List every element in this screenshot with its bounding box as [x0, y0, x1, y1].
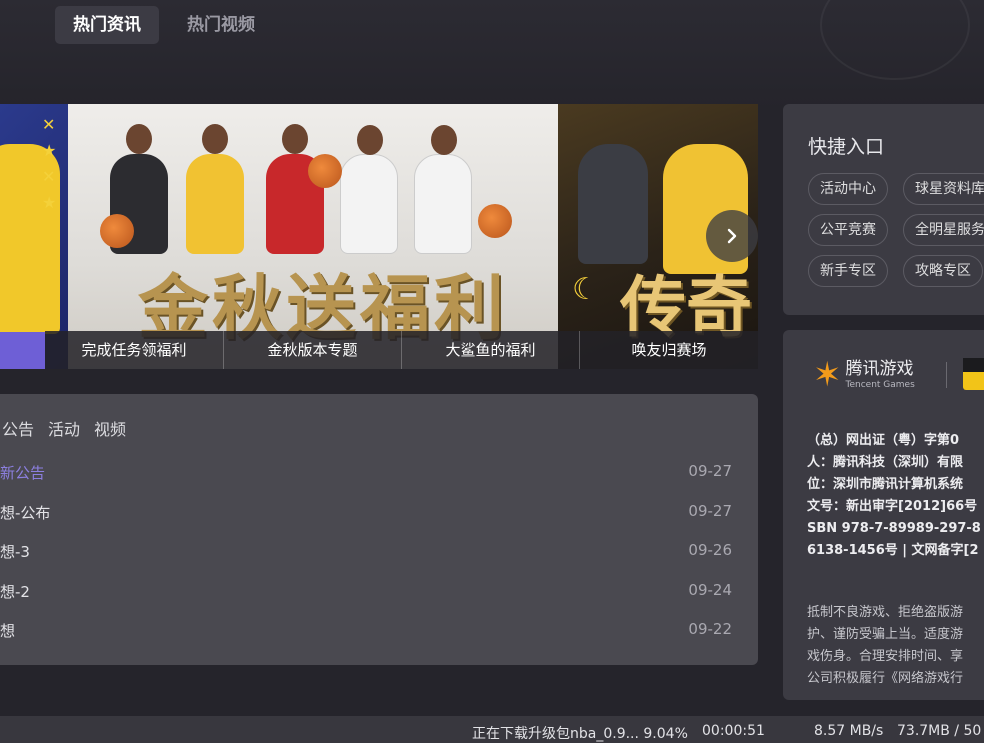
warning-line: 戏伤身。合理安排时间、享 — [807, 649, 964, 664]
basketball-icon — [100, 214, 134, 248]
banner-caption-shark-welfare[interactable]: 大鲨鱼的福利 — [401, 331, 579, 369]
license-line: 人：腾讯科技（深圳）有限 — [807, 455, 964, 470]
carousel-next-button[interactable] — [706, 210, 758, 262]
quick-entry-allstar-service[interactable]: 全明星服务 — [903, 214, 984, 246]
banner-caption-autumn-topic[interactable]: 金秋版本专题 — [223, 331, 401, 369]
news-tab-announcements[interactable]: 公告 — [2, 416, 34, 440]
download-speed: 8.57 MB/s — [814, 723, 884, 739]
news-item-date: 09-26 — [688, 541, 732, 559]
player-image — [578, 144, 648, 264]
quick-entry-fair-play[interactable]: 公平竞赛 — [808, 214, 888, 246]
logo-text-cn: 腾讯游戏 — [845, 359, 914, 379]
logo-text-en: Tencent Games — [845, 380, 915, 390]
nba-logo-icon — [963, 358, 984, 390]
logo-divider — [946, 362, 947, 388]
news-item-date: 09-27 — [688, 502, 732, 520]
news-tab-events[interactable]: 活动 — [48, 416, 80, 440]
news-item-title[interactable]: 新公告 — [0, 462, 45, 483]
license-line: 6138-1456号 | 文网备字[2 — [807, 543, 979, 558]
basketball-icon — [478, 204, 512, 238]
star-decoration-icon: ✕ ★ ✕ ★ — [42, 115, 57, 212]
news-item-title[interactable]: 想-2 — [0, 581, 30, 602]
news-tab-videos[interactable]: 视频 — [94, 416, 126, 440]
chevron-right-icon — [727, 228, 737, 244]
banner-slide-previous[interactable]: ✕ ★ ✕ ★ — [0, 104, 68, 369]
tab-hot-videos[interactable]: 热门视频 — [169, 6, 273, 44]
download-size: 73.7MB / 50 — [897, 723, 982, 739]
news-tab-bar: 公告 活动 视频 — [0, 416, 126, 440]
license-line: （总）网出证（粤）字第0 — [807, 433, 960, 448]
license-line: SBN 978-7-89989-297-8 — [807, 521, 981, 536]
news-item-date: 09-22 — [688, 620, 732, 638]
license-info: （总）网出证（粤）字第0 人：腾讯科技（深圳）有限 位：深圳市腾讯计算机系统 文… — [807, 430, 984, 562]
news-item-title[interactable]: 想 — [0, 620, 15, 641]
news-item-title[interactable]: 想-公布 — [0, 502, 50, 523]
quick-entry-activity-center[interactable]: 活动中心 — [808, 173, 888, 205]
player-image — [414, 125, 472, 254]
license-line: 位：深圳市腾讯计算机系统 — [807, 477, 964, 492]
banner-caption-bar: 完成任务领福利 金秋版本专题 大鲨鱼的福利 唤友归赛场 — [45, 331, 758, 369]
news-panel: 公告 活动 视频 新公告 09-27 想-公布 09-27 想-3 09-26 … — [0, 394, 758, 665]
player-image — [340, 125, 398, 254]
quick-entry-newbie-zone[interactable]: 新手专区 — [808, 255, 888, 287]
player-image — [186, 124, 244, 254]
top-tab-bar: 热门资讯 热门视频 — [55, 6, 273, 44]
tencent-star-icon: ✶ — [813, 355, 842, 395]
banner-caption-recall-friends[interactable]: 唤友归赛场 — [579, 331, 758, 369]
warning-line: 公司积极履行《网络游戏行 — [807, 671, 964, 686]
banner-indicator-strip — [0, 332, 45, 369]
tab-hot-news[interactable]: 热门资讯 — [55, 6, 159, 44]
moon-icon: ☾ — [572, 272, 599, 307]
quick-entry-panel: 快捷入口 活动中心 球星资料库 公平竞赛 全明星服务 新手专区 攻略专区 — [783, 104, 984, 315]
news-item[interactable]: 想-3 09-26 — [0, 537, 758, 567]
news-item[interactable]: 想-2 09-24 — [0, 577, 758, 607]
basketball-icon — [308, 154, 342, 188]
banner-slide-current[interactable]: 金秋送福利 — [68, 104, 558, 369]
publisher-info-panel: ✶ 腾讯游戏 Tencent Games （总）网出证（粤）字第0 人：腾讯科技… — [783, 330, 984, 700]
news-item-date: 09-24 — [688, 581, 732, 599]
warning-line: 抵制不良游戏、拒绝盗版游 — [807, 605, 964, 620]
news-item-date: 09-27 — [688, 462, 732, 480]
tencent-games-logo: ✶ 腾讯游戏 Tencent Games — [813, 358, 915, 392]
banner-caption-tasks[interactable]: 完成任务领福利 — [45, 331, 223, 369]
license-line: 文号：新出审字[2012]66号 — [807, 499, 978, 514]
quick-entry-star-database[interactable]: 球星资料库 — [903, 173, 984, 205]
news-item[interactable]: 想-公布 09-27 — [0, 498, 758, 528]
download-elapsed-time: 00:00:51 — [702, 723, 765, 739]
news-item-title[interactable]: 想-3 — [0, 541, 30, 562]
banner-carousel[interactable]: ✕ ★ ✕ ★ 金秋送福利 ☾ 传奇 — [0, 104, 758, 369]
download-status-bar: 正在下载升级包nba_0.9... 9.04% 00:00:51 8.57 MB… — [0, 716, 984, 743]
news-item[interactable]: 想 09-22 — [0, 616, 758, 646]
warning-line: 护、谨防受骗上当。适度游 — [807, 627, 964, 642]
news-item[interactable]: 新公告 09-27 — [0, 458, 758, 488]
download-progress-text: 正在下载升级包nba_0.9... 9.04% — [472, 726, 688, 742]
health-warning: 抵制不良游戏、拒绝盗版游 护、谨防受骗上当。适度游 戏伤身。合理安排时间、享 公… — [807, 602, 984, 690]
quick-entry-guide-zone[interactable]: 攻略专区 — [903, 255, 983, 287]
quick-entry-title: 快捷入口 — [808, 136, 885, 158]
